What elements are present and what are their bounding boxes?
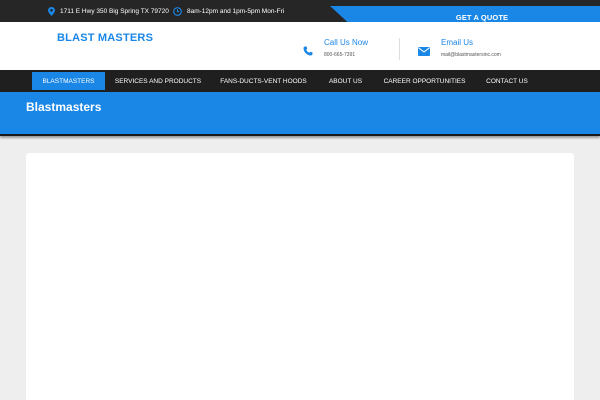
envelope-icon: [418, 43, 430, 61]
header-divider: [399, 38, 400, 60]
nav-item-fans-ducts-vent-hoods[interactable]: FANS-DUCTS-VENT HOODS: [214, 72, 313, 90]
page-title: Blastmasters: [26, 100, 102, 114]
hours-text: 8am-12pm and 1pm-5pm Mon-Fri: [187, 7, 285, 15]
email-us-block[interactable]: Email Us mail@blastmastersinc.com: [418, 38, 501, 61]
email-us-address: mail@blastmastersinc.com: [441, 52, 501, 58]
site-logo[interactable]: BLAST MASTERS: [57, 32, 153, 44]
page-title-banner: Blastmasters: [0, 92, 600, 136]
call-us-text: Call Us Now 800-665-7391: [324, 38, 368, 58]
site-header: BLAST MASTERS Call Us Now 800-665-7391 E…: [0, 22, 600, 70]
call-us-number: 800-665-7391: [324, 52, 356, 58]
call-us-title: Call Us Now: [324, 38, 369, 47]
nav-item-career-opportunities[interactable]: CAREER OPPORTUNITIES: [380, 72, 469, 90]
address-info: 1711 E Hwy 350 Big Spring TX 79720: [48, 0, 169, 22]
email-us-title: Email Us: [441, 38, 474, 47]
nav-item-blastmasters[interactable]: BLASTMASTERS: [32, 72, 105, 90]
get-a-quote-label: GET A QUOTE: [455, 12, 509, 22]
content-card: [26, 153, 574, 400]
phone-icon: [303, 43, 313, 61]
hours-info: 8am-12pm and 1pm-5pm Mon-Fri: [173, 0, 284, 22]
clock-icon: [173, 6, 182, 16]
nav-item-about-us[interactable]: ABOUT US: [323, 72, 368, 90]
call-us-block[interactable]: Call Us Now 800-665-7391: [303, 38, 368, 61]
email-us-text: Email Us mail@blastmastersinc.com: [441, 38, 501, 58]
map-pin-icon: [48, 6, 55, 16]
address-text: 1711 E Hwy 350 Big Spring TX 79720: [60, 7, 169, 15]
nav-item-services-and-products[interactable]: SERVICES AND PRODUCTS: [110, 72, 206, 90]
main-navigation: BLASTMASTERS SERVICES AND PRODUCTS FANS-…: [0, 70, 600, 92]
nav-item-contact-us[interactable]: CONTACT US: [480, 72, 534, 90]
